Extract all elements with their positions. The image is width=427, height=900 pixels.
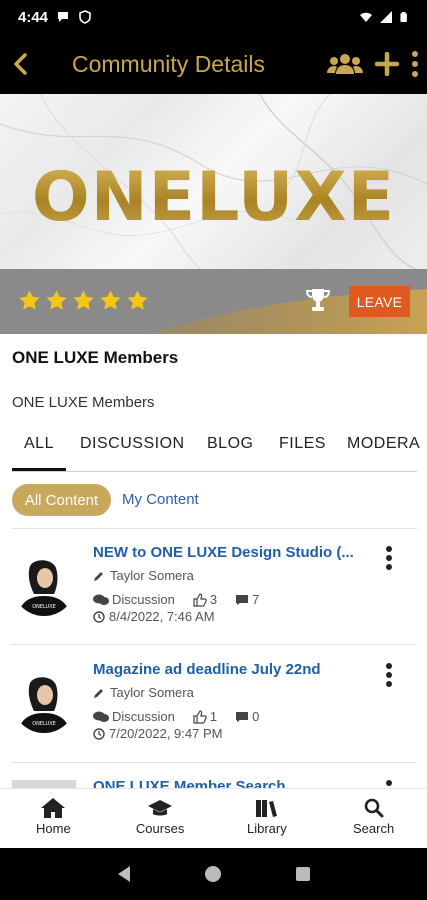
avatar: ONELUXE	[12, 669, 76, 733]
tab-all[interactable]: ALL	[24, 435, 54, 453]
nav-home[interactable]: Home	[0, 789, 107, 848]
post-author: Taylor Somera	[110, 568, 194, 583]
discussion-icon	[93, 594, 109, 605]
page-title: Community Details	[72, 50, 265, 77]
star-icon	[127, 290, 148, 310]
home-icon	[41, 798, 66, 818]
back-button[interactable]	[0, 34, 42, 94]
star-icon	[19, 290, 40, 310]
system-back-icon[interactable]	[116, 865, 132, 883]
post-title[interactable]: NEW to ONE LUXE Design Studio (...	[93, 544, 363, 561]
post-menu-button[interactable]	[383, 661, 395, 689]
like-count: 3	[209, 592, 218, 607]
content-tabs: ALL DISCUSSION BLOG FILES MODERA	[0, 422, 427, 472]
more-vertical-icon	[412, 51, 418, 77]
back-arrow-icon	[14, 53, 27, 75]
post-item[interactable]: ONE LUXE Member Search	[0, 778, 427, 788]
status-bar: 4:44	[0, 0, 427, 34]
nav-courses[interactable]: Courses	[107, 789, 214, 848]
post-menu-button[interactable]	[383, 544, 395, 572]
nav-search[interactable]: Search	[320, 789, 427, 848]
comment-count: 7	[252, 592, 260, 607]
post-title[interactable]: Magazine ad deadline July 22nd	[93, 661, 363, 678]
add-button[interactable]	[375, 52, 399, 76]
nav-search-label: Search	[353, 821, 395, 836]
post-author: Taylor Somera	[110, 685, 194, 700]
post-thumbnail	[12, 780, 76, 788]
clock-icon	[93, 727, 105, 740]
rating-stars	[18, 289, 149, 312]
star-icon	[100, 290, 121, 310]
author-photo: ONELUXE	[12, 552, 76, 616]
graduation-cap-icon	[148, 800, 173, 816]
divider	[12, 528, 417, 529]
system-home-icon[interactable]	[204, 865, 222, 883]
tab-discussion[interactable]: DISCUSSION	[80, 435, 185, 453]
post-menu-button[interactable]	[383, 778, 395, 788]
comment-count: 0	[252, 709, 260, 724]
battery-icon	[400, 12, 407, 22]
plus-icon	[375, 52, 399, 76]
trophy-icon	[305, 289, 331, 311]
community-description: ONE LUXE Members	[12, 394, 155, 411]
system-recents-icon[interactable]	[295, 866, 311, 882]
comment-icon	[236, 594, 249, 605]
svg-text:ONELUXE: ONELUXE	[32, 721, 56, 727]
community-title: ONE LUXE Members	[12, 348, 179, 367]
author-photo: ONELUXE	[12, 669, 76, 733]
star-icon	[73, 290, 94, 310]
tab-blog[interactable]: BLOG	[207, 435, 253, 453]
thumbs-up-icon[interactable]	[193, 709, 207, 724]
members-button[interactable]	[327, 52, 363, 76]
status-time: 4:44	[18, 8, 49, 26]
post-type: Discussion	[112, 592, 175, 607]
overflow-menu-button[interactable]	[411, 51, 419, 77]
leave-button[interactable]: LEAVE	[349, 286, 410, 317]
post-type: Discussion	[112, 709, 175, 724]
chat-notification-icon	[58, 12, 69, 22]
post-date: 7/20/2022, 9:47 PM	[109, 726, 223, 741]
group-icon	[327, 54, 363, 74]
nav-library[interactable]: Library	[214, 789, 321, 848]
all-content-filter[interactable]: All Content	[12, 484, 111, 516]
nav-courses-label: Courses	[135, 821, 185, 836]
wifi-icon	[360, 12, 372, 22]
divider	[12, 762, 417, 763]
post-date: 8/4/2022, 7:46 AM	[109, 609, 215, 624]
pencil-icon	[94, 688, 103, 698]
clock-icon	[93, 610, 105, 623]
post-item[interactable]: ONELUXE Magazine ad deadline July 22nd T…	[0, 661, 427, 778]
avatar: ONELUXE	[12, 552, 76, 616]
system-navigation-bar	[0, 848, 427, 900]
pencil-icon	[94, 571, 103, 581]
star-icon	[46, 290, 67, 310]
my-content-filter[interactable]: My Content	[122, 491, 199, 508]
oneluxe-logo: ONELUXE	[0, 158, 427, 237]
books-icon	[255, 800, 277, 817]
nav-library-label: Library	[247, 821, 287, 836]
svg-text:ONELUXE: ONELUXE	[32, 604, 56, 610]
post-title[interactable]: ONE LUXE Member Search	[93, 778, 363, 788]
thumbs-up-icon[interactable]	[193, 592, 207, 607]
tab-moderation[interactable]: MODERA	[347, 435, 420, 453]
leaderboard-button[interactable]	[305, 287, 331, 318]
bottom-navigation: Home Courses Library Search	[0, 788, 427, 848]
shield-icon	[79, 10, 91, 24]
divider	[12, 644, 417, 645]
nav-home-label: Home	[36, 821, 71, 836]
search-icon	[364, 798, 384, 818]
tab-files[interactable]: FILES	[279, 435, 326, 453]
comment-icon	[236, 711, 249, 722]
signal-icon	[380, 11, 392, 23]
app-bar: Community Details	[0, 34, 427, 94]
discussion-icon	[93, 711, 109, 722]
tabs-divider	[12, 471, 417, 472]
like-count: 1	[209, 709, 218, 724]
